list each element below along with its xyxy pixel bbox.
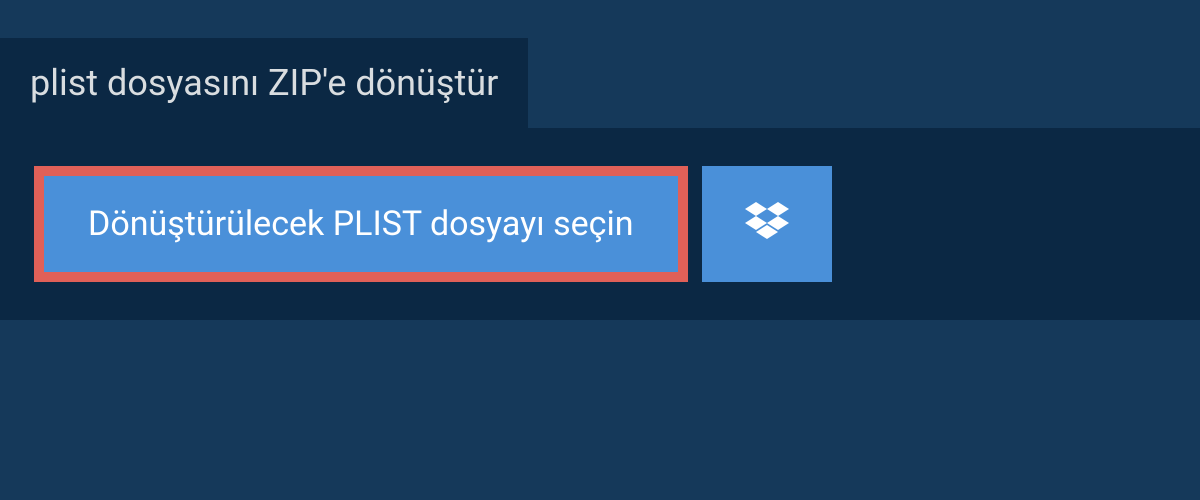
select-file-button[interactable]: Dönüştürülecek PLIST dosyayı seçin (34, 166, 688, 282)
dropbox-button[interactable] (702, 166, 832, 282)
button-row: Dönüştürülecek PLIST dosyayı seçin (34, 166, 1166, 282)
main-panel: Dönüştürülecek PLIST dosyayı seçin (0, 128, 1200, 320)
select-file-label: Dönüştürülecek PLIST dosyayı seçin (88, 204, 634, 244)
dropbox-icon (745, 202, 789, 246)
page-title: plist dosyasını ZIP'e dönüştür (30, 62, 498, 104)
title-bar: plist dosyasını ZIP'e dönüştür (0, 38, 528, 128)
